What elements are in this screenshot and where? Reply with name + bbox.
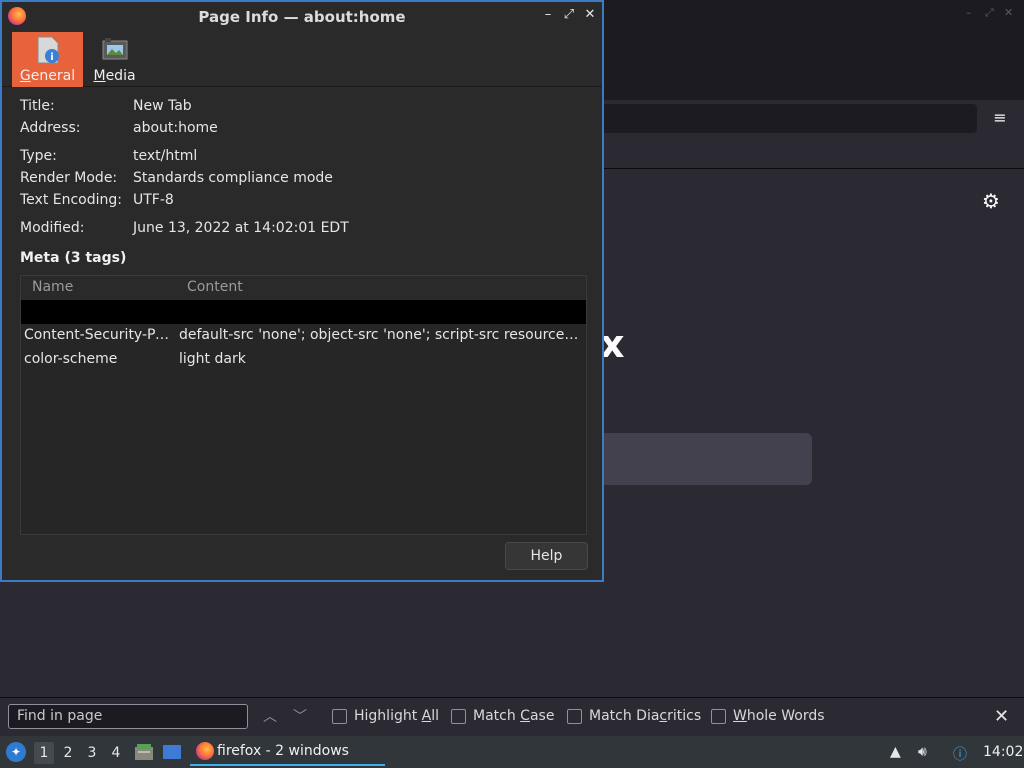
firefox-icon (196, 742, 214, 760)
meta-content-cell: light dark (179, 351, 246, 367)
tab-media-accel: M (93, 68, 106, 84)
dialog-titlebar: Page Info — about:home – ⤢ ✕ (2, 2, 602, 30)
desktop-3[interactable]: 3 (82, 742, 102, 764)
volume-icon[interactable]: 🔊︎ (918, 744, 927, 760)
find-previous-icon[interactable]: ︿ (263, 706, 277, 726)
encoding-value[interactable]: UTF-8 (133, 192, 174, 208)
page-info-icon: i (37, 36, 59, 64)
title-value[interactable]: New Tab (133, 98, 192, 114)
type-label: Type: (20, 148, 57, 164)
tab-general-accel: G (19, 68, 31, 84)
title-label: Title: (20, 98, 55, 114)
file-manager-icon[interactable] (134, 743, 154, 761)
checkbox-box (332, 709, 347, 724)
encoding-label: Text Encoding: (20, 192, 122, 208)
dialog-title: Page Info — about:home (198, 8, 406, 26)
checkbox-accel: W (733, 708, 747, 724)
tab-general[interactable]: i General (12, 32, 83, 87)
tab-media[interactable]: Media (79, 32, 150, 87)
clipboard-icon[interactable]: ▲ (890, 744, 901, 760)
help-button[interactable]: Help (505, 542, 588, 570)
table-row[interactable]: color-scheme light dark (21, 348, 586, 372)
checkbox-box (711, 709, 726, 724)
meta-table[interactable]: Name Content Content-Security-Pol... def… (20, 275, 587, 535)
dialog-toolbar: i General Media (2, 30, 602, 87)
type-value[interactable]: text/html (133, 148, 197, 164)
address-value[interactable]: about:home (133, 120, 218, 136)
find-next-icon[interactable]: ﹀ (293, 706, 307, 726)
checkbox-label-part: ll (431, 708, 440, 724)
newtab-search-box[interactable] (590, 433, 812, 485)
minimize-icon[interactable]: – (540, 7, 556, 23)
table-row[interactable] (21, 300, 586, 324)
meta-heading: Meta (3 tags) (20, 250, 127, 266)
checkbox-label-part: hole Words (746, 708, 825, 724)
meta-name-cell: color-scheme (24, 351, 118, 367)
desktop-2[interactable]: 2 (58, 742, 78, 764)
checkbox-label-part: ase (529, 708, 555, 724)
desktop-1[interactable]: 1 (34, 742, 54, 764)
maximize-icon[interactable]: ⤢ (985, 6, 994, 20)
checkbox-box (451, 709, 466, 724)
svg-text:i: i (50, 52, 53, 63)
column-header-name[interactable]: Name (32, 279, 73, 295)
task-label: firefox - 2 windows (217, 743, 349, 759)
find-bar: Find in page ︿ ﹀ Highlight All Match Cas… (0, 697, 1024, 735)
checkbox-accel: A (421, 708, 432, 724)
address-label: Address: (20, 120, 81, 136)
checkbox-box (567, 709, 582, 724)
checkbox-accel: c (659, 708, 668, 724)
close-icon[interactable]: ✕ (582, 7, 598, 23)
tab-media-label: edia (105, 68, 136, 84)
checkbox-label-part: Match Dia (589, 708, 660, 724)
clock[interactable]: 14:02 (983, 744, 1023, 760)
meta-table-header: Name Content (21, 276, 586, 300)
hamburger-menu-icon[interactable]: ≡ (990, 108, 1010, 128)
column-header-content[interactable]: Content (187, 279, 243, 295)
tab-general-label: eneral (30, 68, 76, 84)
gear-icon[interactable]: ⚙ (982, 189, 1000, 213)
render-mode-value[interactable]: Standards compliance mode (133, 170, 333, 186)
url-bar[interactable] (570, 104, 977, 133)
notification-icon[interactable]: ⓘ (953, 744, 967, 764)
meta-name-cell: Content-Security-Pol... (24, 327, 176, 343)
page-info-dialog: Page Info — about:home – ⤢ ✕ i General M… (0, 0, 604, 582)
desktop-4[interactable]: 4 (106, 742, 126, 764)
render-mode-label: Render Mode: (20, 170, 118, 186)
minimize-icon[interactable]: – (966, 6, 972, 19)
checkbox-accel: C (520, 708, 530, 724)
taskbar-firefox-item[interactable]: firefox - 2 windows (190, 738, 385, 766)
media-icon (102, 38, 128, 60)
show-desktop-icon[interactable] (162, 743, 182, 761)
maximize-icon[interactable]: ⤢ (561, 7, 577, 23)
checkbox-label-part: ritics (667, 708, 702, 724)
modified-label: Modified: (20, 220, 85, 236)
close-findbar-icon[interactable]: ✕ (994, 706, 1009, 727)
meta-content-cell: default-src 'none'; object-src 'none'; s… (179, 327, 579, 343)
table-row[interactable]: Content-Security-Pol... default-src 'non… (21, 324, 586, 348)
taskbar: ✦ 1 2 3 4 firefox - 2 windows ▲ 🔊︎ ⓘ 14:… (0, 736, 1024, 768)
checkbox-label-part: Highlight (354, 708, 422, 724)
find-input[interactable]: Find in page (8, 704, 248, 729)
modified-value[interactable]: June 13, 2022 at 14:02:01 EDT (133, 220, 349, 236)
start-menu-icon[interactable]: ✦ (6, 742, 26, 762)
close-icon[interactable]: ✕ (1004, 6, 1013, 19)
checkbox-label-part: Match (473, 708, 521, 724)
